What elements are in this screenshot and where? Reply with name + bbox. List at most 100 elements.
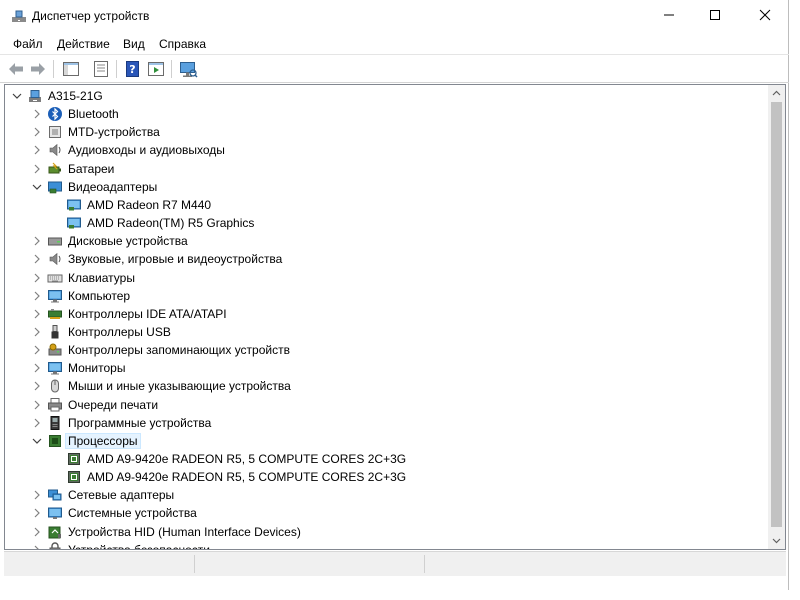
expand-chevron-icon[interactable] (31, 290, 43, 302)
ide-controller-icon (47, 306, 63, 322)
tree-category[interactable]: Контроллеры USB (5, 323, 765, 341)
tree-category[interactable]: Компьютер (5, 287, 765, 305)
expand-chevron-icon[interactable] (31, 344, 43, 356)
expand-chevron-icon[interactable] (31, 308, 43, 320)
storage-controller-icon (47, 342, 63, 358)
tree-category[interactable]: Контроллеры запоминающих устройств (5, 341, 765, 359)
menu-view[interactable]: Вид (123, 37, 145, 51)
expand-chevron-icon[interactable] (31, 272, 43, 284)
disk-drive-icon (47, 233, 63, 249)
collapse-chevron-icon[interactable] (31, 435, 43, 447)
tree-item-label: AMD Radeon R7 M440 (87, 197, 212, 212)
svg-text:?: ? (129, 63, 135, 76)
bluetooth-icon (47, 106, 63, 122)
status-bar-divider (424, 555, 425, 573)
tree-category[interactable]: Контроллеры IDE ATA/ATAPI (5, 305, 765, 323)
tree-category[interactable]: Программные устройства (5, 414, 765, 432)
back-arrow-icon (9, 63, 23, 75)
window-title: Диспетчер устройств (32, 9, 150, 23)
tree-category[interactable]: Устройства безопасности (5, 541, 765, 549)
tree-category[interactable]: Очереди печати (5, 396, 765, 414)
tree-category[interactable]: Мыши и иные указывающие устройства (5, 377, 765, 395)
tree-category[interactable]: MTD-устройства (5, 123, 765, 141)
tree-category[interactable]: Дисковые устройства (5, 232, 765, 250)
tree-category[interactable]: Звуковые, игровые и видеоустройства (5, 250, 765, 268)
maximize-icon (710, 10, 720, 20)
expand-chevron-icon[interactable] (31, 417, 43, 429)
scroll-down-arrow-icon[interactable] (772, 536, 781, 545)
forward-button[interactable] (28, 59, 48, 79)
properties-button[interactable] (91, 59, 111, 79)
expand-chevron-icon[interactable] (31, 526, 43, 538)
tree-category[interactable]: Видеоадаптеры (5, 178, 765, 196)
tree-item-label: Системные устройства (68, 506, 197, 521)
tree-root[interactable]: A315-21G (5, 87, 765, 105)
expand-chevron-icon[interactable] (31, 126, 43, 138)
expand-chevron-icon[interactable] (31, 380, 43, 392)
device-tree[interactable]: A315-21G Bluetooth MTD-устройства Аудиовход… (4, 84, 786, 550)
tree-item-label: Устройства HID (Human Interface Devices) (68, 524, 301, 539)
expand-chevron-icon[interactable] (31, 235, 43, 247)
tree-device[interactable]: AMD A9-9420e RADEON R5, 5 COMPUTE CORES … (5, 450, 765, 468)
expand-chevron-icon[interactable] (31, 362, 43, 374)
tree-item-label: Программные устройства (68, 415, 212, 430)
menu-help[interactable]: Справка (159, 37, 206, 51)
scroll-up-arrow-icon[interactable] (772, 89, 781, 98)
tree-item-label: Мыши и иные указывающие устройства (68, 379, 291, 394)
status-bar-divider (194, 555, 195, 573)
tree-item-label: MTD-устройства (68, 125, 160, 140)
help-icon: ? (126, 61, 139, 77)
keyboard-icon (47, 270, 63, 286)
tree-device[interactable]: AMD A9-9420e RADEON R5, 5 COMPUTE CORES … (5, 468, 765, 486)
tree-category[interactable]: Bluetooth (5, 105, 765, 123)
tree-category[interactable]: Аудиовходы и аудиовыходы (5, 141, 765, 159)
tree-category[interactable]: Мониторы (5, 359, 765, 377)
menu-file[interactable]: Файл (13, 37, 43, 51)
device-manager-window: Диспетчер устройств Файл Действие Вид Сп… (0, 0, 789, 590)
expand-chevron-icon[interactable] (31, 507, 43, 519)
expand-chevron-icon[interactable] (31, 163, 43, 175)
expand-chevron-icon[interactable] (31, 399, 43, 411)
expand-chevron-icon[interactable] (31, 144, 43, 156)
expand-chevron-icon[interactable] (31, 544, 43, 549)
tree-item-label: Сетевые адаптеры (68, 488, 175, 503)
tree-item-label: Контроллеры запоминающих устройств (68, 343, 290, 358)
help-button[interactable]: ? (123, 59, 143, 79)
menu-action[interactable]: Действие (57, 37, 110, 51)
expand-chevron-icon[interactable] (31, 108, 43, 120)
tree-item-label: Процессоры (65, 432, 141, 449)
scan-hardware-button[interactable] (178, 59, 198, 79)
scrollbar-thumb[interactable] (771, 102, 782, 527)
tree-device[interactable]: AMD Radeon(TM) R5 Graphics (5, 214, 765, 232)
tree-category[interactable]: Сетевые адаптеры (5, 486, 765, 504)
collapse-chevron-icon[interactable] (11, 90, 23, 102)
tree-category[interactable]: Процессоры (5, 432, 765, 450)
title-bar[interactable]: Диспетчер устройств (0, 0, 789, 32)
tree-device[interactable]: AMD Radeon R7 M440 (5, 196, 765, 214)
tree-category[interactable]: Клавиатуры (5, 269, 765, 287)
tree-item-label: Аудиовходы и аудиовыходы (68, 143, 225, 158)
back-button[interactable] (6, 59, 26, 79)
run-icon (148, 62, 164, 76)
expand-chevron-icon[interactable] (31, 326, 43, 338)
minimize-button[interactable] (646, 0, 692, 30)
speaker-icon (47, 251, 63, 267)
collapse-chevron-icon[interactable] (31, 181, 43, 193)
tree-category[interactable]: Устройства HID (Human Interface Devices) (5, 523, 765, 541)
vertical-scrollbar[interactable] (768, 85, 785, 549)
device-manager-app-icon (11, 8, 27, 24)
cpu-chip-icon (66, 451, 82, 467)
monitor-small-icon (66, 197, 82, 213)
maximize-button[interactable] (692, 0, 738, 30)
show-hide-tree-button[interactable] (61, 59, 81, 79)
close-button[interactable] (742, 0, 788, 30)
tree-category[interactable]: Батареи (5, 160, 765, 178)
computer-icon (47, 288, 63, 304)
close-icon (759, 9, 771, 21)
expand-chevron-icon[interactable] (31, 489, 43, 501)
mouse-icon (47, 378, 63, 394)
expand-chevron-icon[interactable] (31, 253, 43, 265)
tree-category[interactable]: Системные устройства (5, 504, 765, 522)
run-button[interactable] (146, 59, 166, 79)
properties-icon (94, 61, 108, 77)
